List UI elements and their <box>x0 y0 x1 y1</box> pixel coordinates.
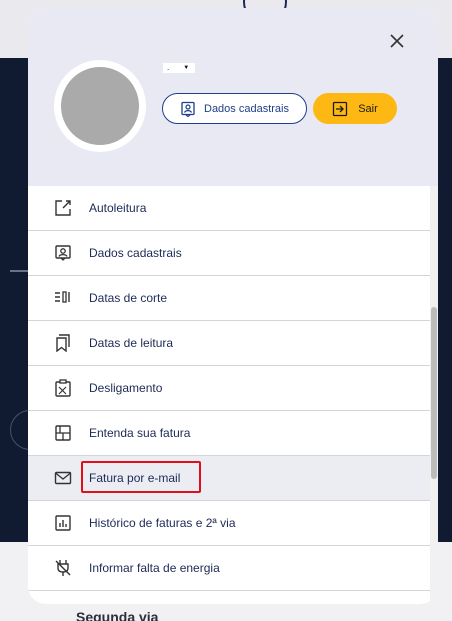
menu-item-label: Informar falta de energia <box>89 561 220 575</box>
cut-dates-icon <box>55 291 70 303</box>
highlight-box <box>81 461 201 493</box>
dados-cadastrais-label: Dados cadastrais <box>204 102 289 115</box>
avatar <box>54 60 146 152</box>
no-power-icon <box>55 560 71 576</box>
background-divider <box>10 270 28 272</box>
menu-item-label: Datas de leitura <box>89 336 174 350</box>
menu-item-datas-de-corte[interactable]: Datas de corte <box>28 276 430 321</box>
menu-item-label: Histórico de faturas e 2ª via <box>89 516 236 530</box>
logout-icon <box>333 101 348 116</box>
menu-item-datas-de-leitura[interactable]: Datas de leitura <box>28 321 430 366</box>
dados-cadastrais-button[interactable]: Dados cadastrais <box>162 93 307 124</box>
menu-item-entenda-sua-fatura[interactable]: Entenda sua fatura <box>28 411 430 456</box>
menu-item-label: Dados cadastrais <box>89 246 182 260</box>
profile-menu-modal: . ▼ Dados cadastrais Sair Autoleitura Da… <box>28 8 438 604</box>
user-name-dropdown[interactable]: . ▼ <box>163 63 195 73</box>
menu-item-informar-falta-de-energia[interactable]: Informar falta de energia <box>28 546 430 591</box>
menu-item-label: Autoleitura <box>89 201 147 215</box>
mail-icon <box>54 471 72 485</box>
menu-item-historico-de-faturas[interactable]: Histórico de faturas e 2ª via <box>28 501 430 546</box>
chart-icon <box>55 515 71 531</box>
profile-menu-list: Autoleitura Dados cadastrais Datas de co… <box>28 186 430 591</box>
layout-icon <box>55 425 71 441</box>
menu-item-dados-cadastrais[interactable]: Dados cadastrais <box>28 231 430 276</box>
reading-dates-icon <box>56 334 70 352</box>
menu-item-label: Desligamento <box>89 381 163 395</box>
sair-button[interactable]: Sair <box>313 93 397 124</box>
modal-header: . ▼ Dados cadastrais Sair <box>28 8 438 186</box>
menu-item-label: Datas de corte <box>89 291 168 305</box>
clipboard-icon <box>55 379 71 397</box>
menu-item-autoleitura[interactable]: Autoleitura <box>28 186 430 231</box>
menu-item-fatura-por-email[interactable]: Fatura por e-mail <box>28 456 430 501</box>
id-card-icon <box>55 245 71 261</box>
scrollbar-thumb[interactable] <box>431 307 437 479</box>
background-section-title: Segunda via <box>76 609 159 621</box>
close-icon[interactable] <box>388 32 406 50</box>
chevron-down-icon: ▼ <box>183 65 190 71</box>
id-card-icon <box>181 101 195 117</box>
menu-item-label: Entenda sua fatura <box>89 426 191 440</box>
edit-icon <box>55 200 71 216</box>
menu-item-desligamento[interactable]: Desligamento <box>28 366 430 411</box>
user-name-text: . <box>167 63 170 72</box>
sair-label: Sair <box>358 102 378 115</box>
